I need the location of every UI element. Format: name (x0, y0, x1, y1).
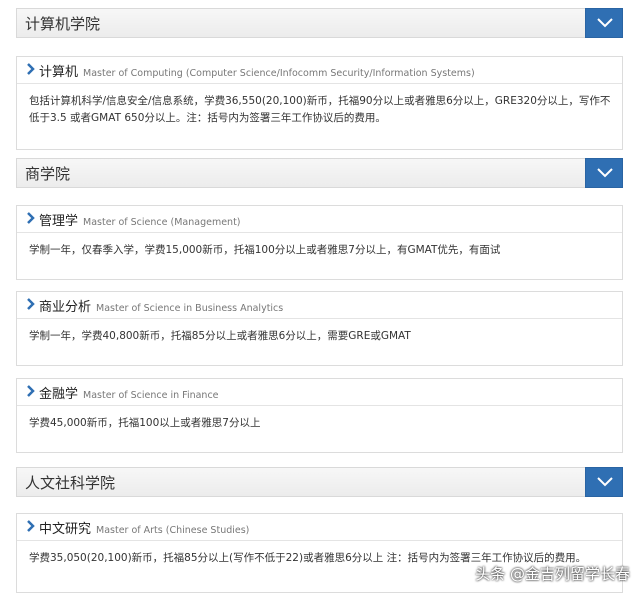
program-card: 管理学 Master of Science (Management) 学制一年，仅… (16, 205, 623, 280)
program-name-en: Master of Science (Management) (83, 217, 241, 228)
program-name-cn: 中文研究 (39, 522, 92, 537)
chevron-right-icon (27, 385, 35, 397)
program-header[interactable]: 中文研究 Master of Arts (Chinese Studies) (17, 514, 622, 541)
program-name-cn: 金融学 (39, 387, 79, 402)
program-description: 学制一年，学费40,800新币，托福85分以上或者雅思6分以上，需要GRE或GM… (29, 330, 411, 342)
program-name-cn: 商业分析 (39, 300, 92, 315)
watermark-text: 头条 @金吉列留学长春 (475, 565, 630, 583)
program-header[interactable]: 商业分析 Master of Science in Business Analyt… (17, 292, 622, 319)
chevron-right-icon (27, 298, 35, 310)
section-title: 计算机学院 (25, 15, 101, 33)
chevron-down-icon (597, 168, 613, 178)
chevron-right-icon (27, 520, 35, 532)
section-title: 人文社科学院 (25, 474, 116, 492)
program-card: 金融学 Master of Science in Finance 学费45,000… (16, 378, 623, 453)
chevron-right-icon (27, 212, 35, 224)
program-header[interactable]: 管理学 Master of Science (Management) (17, 206, 622, 233)
program-name-en: Master of Science in Business Analytics (96, 303, 284, 314)
expand-toggle-button[interactable] (585, 158, 623, 188)
program-name-cn: 管理学 (39, 214, 79, 229)
section-header-computing: 计算机学院 (16, 8, 623, 38)
expand-toggle-button[interactable] (585, 467, 623, 497)
chevron-down-icon (597, 18, 613, 28)
program-header[interactable]: 金融学 Master of Science in Finance (17, 379, 622, 406)
chevron-right-icon (27, 63, 35, 75)
program-description: 学制一年，仅春季入学，学费15,000新币，托福100分以上或者雅思7分以上，有… (29, 244, 501, 256)
expand-toggle-button[interactable] (585, 8, 623, 38)
program-description: 包括计算机科学/信息安全/信息系统，学费36,550(20,100)新币，托福9… (29, 95, 611, 124)
chevron-down-icon (597, 477, 613, 487)
program-card: 计算机 Master of Computing (Computer Science… (16, 56, 623, 150)
program-name-en: Master of Arts (Chinese Studies) (96, 525, 250, 536)
section-header-business: 商学院 (16, 158, 623, 188)
program-card: 商业分析 Master of Science in Business Analyt… (16, 291, 623, 366)
section-title: 商学院 (25, 165, 71, 183)
program-name-en: Master of Computing (Computer Science/In… (83, 68, 475, 79)
program-name-en: Master of Science in Finance (83, 390, 219, 401)
program-description: 学费45,000新币，托福100以上或者雅思7分以上 (29, 417, 261, 429)
program-name-cn: 计算机 (39, 65, 79, 80)
section-header-humanities: 人文社科学院 (16, 467, 623, 497)
program-header[interactable]: 计算机 Master of Computing (Computer Science… (17, 57, 622, 84)
